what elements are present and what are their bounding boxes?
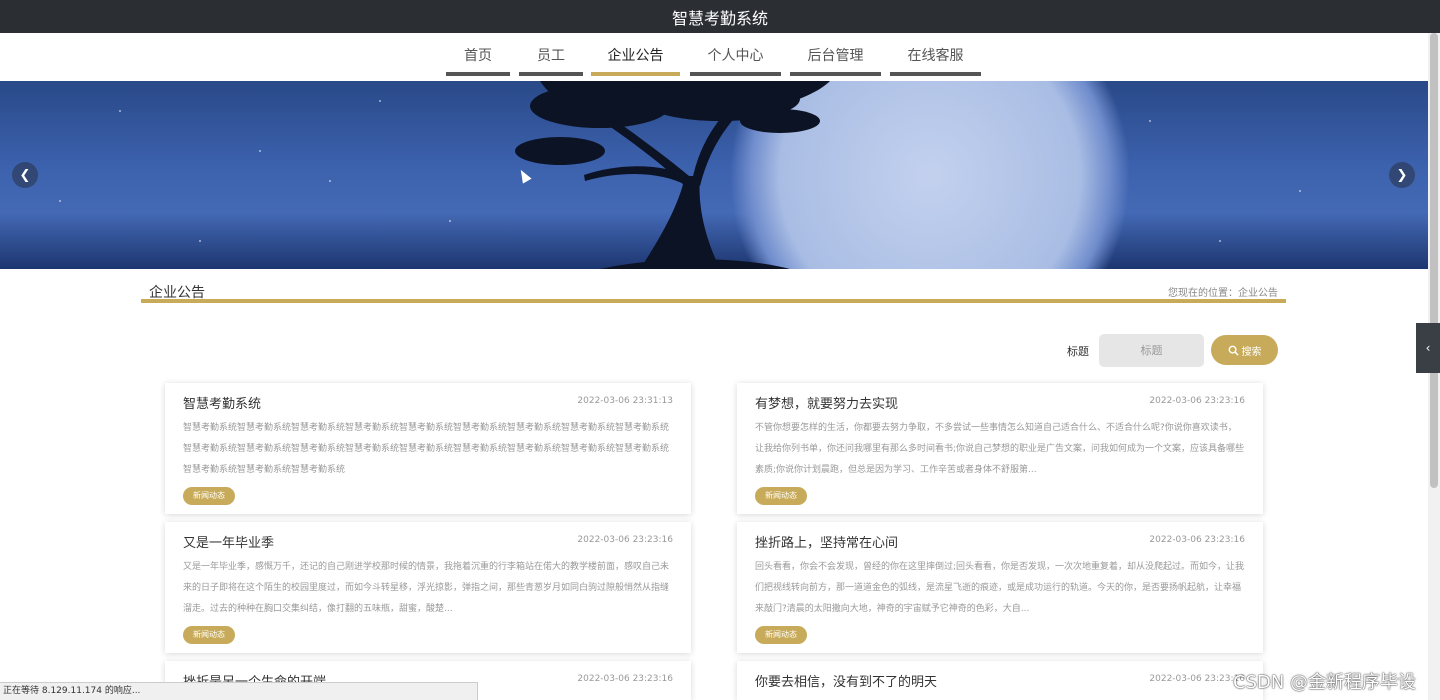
nav-item-announcements[interactable]: 企业公告 — [591, 45, 680, 76]
scrollbar-thumb[interactable] — [1430, 33, 1438, 488]
card-date: 2022-03-06 23:31:13 — [577, 396, 673, 406]
chevron-left-icon: ‹ — [1425, 341, 1431, 355]
nav-item-personal-center[interactable]: 个人中心 — [690, 45, 781, 76]
site-title: 智慧考勤系统 — [671, 8, 768, 28]
chevron-right-icon: ❯ — [1396, 167, 1408, 183]
card-title[interactable]: 你要去相信，没有到不了的明天 — [755, 671, 937, 690]
search-label: 标题 — [1067, 345, 1089, 358]
chevron-left-icon: ❮ — [19, 167, 31, 183]
nav-item-label: 首页 — [464, 48, 492, 64]
nav-item-staff[interactable]: 员工 — [519, 45, 583, 76]
card-tag[interactable]: 新闻动态 — [183, 487, 235, 505]
main-nav: 首页 员工 企业公告 个人中心 后台管理 在线客服 — [0, 33, 1428, 81]
nav-item-home[interactable]: 首页 — [446, 45, 510, 76]
card-title[interactable]: 智慧考勤系统 — [183, 393, 261, 412]
nav-underline — [446, 72, 510, 76]
search-icon — [1228, 345, 1239, 356]
nav-item-label: 企业公告 — [607, 48, 664, 64]
card-title[interactable]: 挫折路上，坚持常在心间 — [755, 532, 898, 551]
nav-underline — [790, 72, 881, 76]
search-button-label: 搜索 — [1241, 346, 1262, 358]
banner-prev-button[interactable]: ❮ — [12, 162, 38, 188]
banner-image — [59, 81, 1301, 269]
watermark: CSDN @金新程序毕设 — [1233, 672, 1417, 693]
search-input[interactable] — [1099, 334, 1204, 367]
nav-underline — [519, 72, 583, 76]
nav-underline — [690, 72, 781, 76]
announcement-card[interactable]: 智慧考勤系统 2022-03-06 23:31:13 智慧考勤系统智慧考勤系统智… — [165, 383, 691, 514]
announcement-card[interactable]: 挫折路上，坚持常在心间 2022-03-06 23:23:16 回头看看，你会不… — [737, 522, 1263, 653]
nav-item-label: 后台管理 — [807, 48, 864, 64]
card-date: 2022-03-06 23:23:16 — [1149, 396, 1245, 406]
card-title[interactable]: 又是一年毕业季 — [183, 532, 274, 551]
nav-underline — [890, 72, 981, 76]
nav-item-online-service[interactable]: 在线客服 — [890, 45, 981, 76]
nav-item-label: 员工 — [537, 48, 565, 64]
card-tag[interactable]: 新闻动态 — [755, 487, 807, 505]
top-bar: 智慧考勤系统 — [0, 0, 1440, 33]
card-date: 2022-03-06 23:23:16 — [1149, 535, 1245, 545]
card-date: 2022-03-06 23:23:16 — [577, 535, 673, 545]
side-panel-toggle[interactable]: ‹ — [1416, 323, 1440, 373]
announcement-card[interactable]: 你要去相信，没有到不了的明天 2022-03-06 23:23:16 — [737, 661, 1263, 700]
card-date: 2022-03-06 23:23:16 — [577, 674, 673, 684]
breadcrumb: 您现在的位置：企业公告 — [1168, 288, 1278, 299]
card-title[interactable]: 有梦想，就要努力去实现 — [755, 393, 898, 412]
section-title: 企业公告 — [149, 285, 205, 301]
nav-underline-active — [591, 72, 680, 76]
announcement-card[interactable]: 又是一年毕业季 2022-03-06 23:23:16 又是一年毕业季，感慨万千… — [165, 522, 691, 653]
nav-item-label: 个人中心 — [707, 48, 764, 64]
nav-item-label: 在线客服 — [907, 48, 964, 64]
announcement-card[interactable]: 有梦想，就要努力去实现 2022-03-06 23:23:16 不管你想要怎样的… — [737, 383, 1263, 514]
browser-status-bar: 正在等待 8.129.11.174 的响应... — [0, 682, 478, 700]
banner-next-button[interactable]: ❯ — [1389, 162, 1415, 188]
section-header: 企业公告 您现在的位置：企业公告 — [141, 281, 1286, 303]
card-excerpt: 不管你想要怎样的生活，你都要去努力争取，不多尝试一些事情怎么知道自己适合什么、不… — [755, 423, 1245, 475]
banner-carousel — [0, 81, 1428, 269]
card-date: 2022-03-06 23:23:16 — [1149, 674, 1245, 684]
nav-item-admin[interactable]: 后台管理 — [790, 45, 881, 76]
card-excerpt: 又是一年毕业季，感慨万千，还记的自己刚进学校那时候的情景，我拖着沉重的行李箱站在… — [183, 562, 670, 614]
card-tag[interactable]: 新闻动态 — [183, 626, 235, 644]
card-tag[interactable]: 新闻动态 — [755, 626, 807, 644]
search-button[interactable]: 搜索 — [1211, 335, 1278, 365]
card-excerpt: 回头看看，你会不会发现，曾经的你在这里摔倒过;回头看看，你是否发现，一次次地重复… — [755, 562, 1245, 614]
card-excerpt: 智慧考勤系统智慧考勤系统智慧考勤系统智慧考勤系统智慧考勤系统智慧考勤系统智慧考勤… — [183, 423, 670, 475]
